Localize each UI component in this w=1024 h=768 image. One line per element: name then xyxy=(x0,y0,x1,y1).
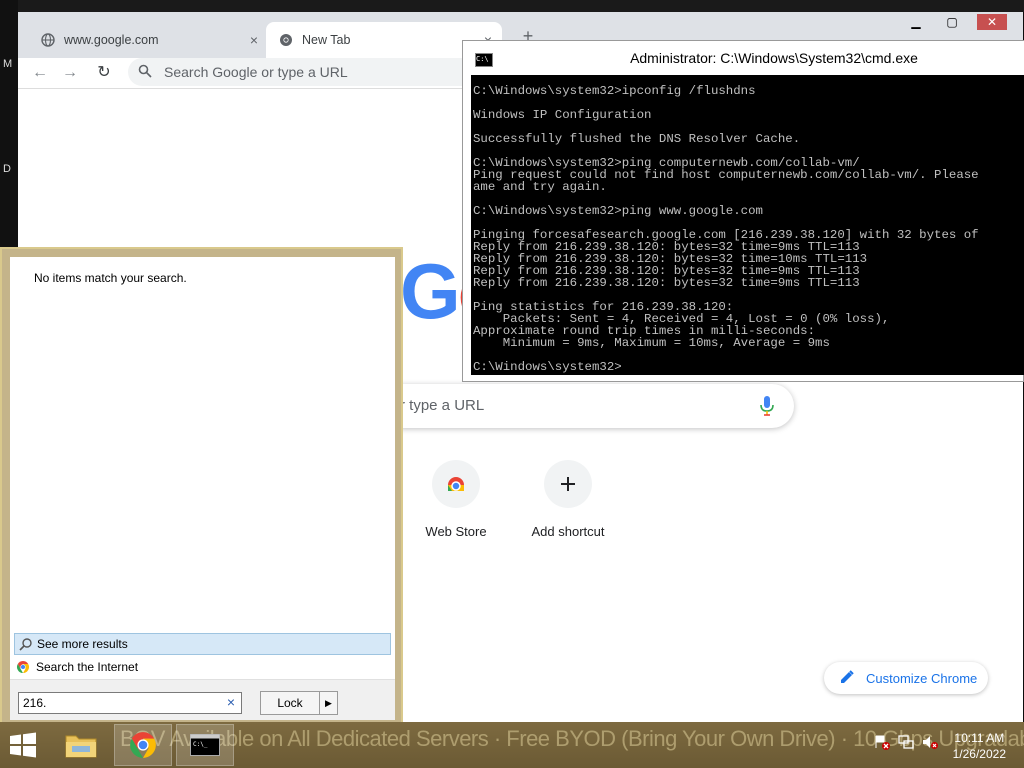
desktop-icon-label: D xyxy=(3,163,11,175)
cmd-window[interactable]: C:\ Administrator: C:\Windows\System32\c… xyxy=(462,40,1024,382)
cmd-title: Administrator: C:\Windows\System32\cmd.e… xyxy=(630,50,918,66)
search-icon xyxy=(19,637,33,651)
shortcut-label: Add shortcut xyxy=(531,524,605,539)
tab-close-icon[interactable]: × xyxy=(246,32,262,48)
start-search-input[interactable] xyxy=(18,692,242,714)
volume-muted-icon[interactable] xyxy=(922,734,938,750)
start-search-results: No items match your search. See more res… xyxy=(10,257,395,720)
network-icon[interactable] xyxy=(898,734,914,750)
shortcut-label: Web Store xyxy=(425,524,487,539)
clock-time: 10:11 AM xyxy=(954,731,1005,745)
plus-icon xyxy=(544,460,592,508)
taskbar-cmd[interactable]: C:\_ xyxy=(176,724,234,766)
cmd-console[interactable]: C:\Windows\system32>ipconfig /flushdns W… xyxy=(471,75,1024,375)
reload-button[interactable]: ↻ xyxy=(92,62,116,84)
cmd-titlebar[interactable]: C:\ Administrator: C:\Windows\System32\c… xyxy=(463,41,1024,75)
tab-google[interactable]: www.google.com × xyxy=(28,22,268,58)
ntp-search-box[interactable]: r type a URL xyxy=(400,384,794,428)
cmd-line: C:\Windows\system32>ping www.google.com xyxy=(473,204,763,218)
start-search-panel: No items match your search. See more res… xyxy=(0,247,403,727)
cmd-line: C:\Windows\system32>ipconfig /flushdns xyxy=(473,84,756,98)
microphone-icon[interactable] xyxy=(760,396,774,421)
close-button[interactable]: ✕ xyxy=(977,14,1007,30)
see-more-results[interactable]: See more results xyxy=(14,633,391,655)
desktop-icon-label: M xyxy=(3,58,13,70)
power-options-arrow[interactable]: ▶ xyxy=(320,691,338,715)
minimize-button[interactable]: ▁ xyxy=(905,14,927,30)
search-the-internet[interactable]: Search the Internet xyxy=(16,657,393,677)
customize-label: Customize Chrome xyxy=(866,670,978,686)
clear-search-icon[interactable]: × xyxy=(224,695,238,709)
search-icon xyxy=(138,64,154,80)
forward-button[interactable]: → xyxy=(58,62,82,84)
chrome-icon xyxy=(278,32,294,48)
search-internet-label: Search the Internet xyxy=(36,660,139,674)
taskbar: BGV Available on All Dedicated Servers ·… xyxy=(0,722,1024,768)
ntp-search-placeholder: r type a URL xyxy=(400,397,485,414)
action-center-icon[interactable] xyxy=(874,734,890,750)
cmd-output: C:\Windows\system32>ipconfig /flushdns W… xyxy=(473,85,1024,373)
back-button[interactable]: ← xyxy=(28,62,52,84)
clock-date: 1/26/2022 xyxy=(952,747,1006,761)
see-more-label: See more results xyxy=(37,637,128,651)
taskbar-clock[interactable]: 10:11 AM 1/26/2022 xyxy=(953,730,1006,762)
shortcut-web-store[interactable]: Web Store xyxy=(406,460,506,539)
lock-button[interactable]: Lock xyxy=(260,691,320,715)
taskbar-chrome[interactable] xyxy=(114,724,172,766)
cmd-line: Reply from 216.239.38.120: bytes=32 time… xyxy=(473,276,860,290)
start-button[interactable] xyxy=(8,732,40,760)
cmd-line: Windows IP Configuration xyxy=(473,108,652,122)
windows-logo-icon xyxy=(10,732,36,758)
omnibox-placeholder: Search Google or type a URL xyxy=(164,64,348,80)
cmd-line: Minimum = 9ms, Maximum = 10ms, Average =… xyxy=(473,336,830,350)
svg-text:C:\_: C:\_ xyxy=(193,741,208,748)
globe-icon xyxy=(40,32,56,48)
maximize-button[interactable]: ▢ xyxy=(941,14,963,30)
cmd-line: C:\Windows\system32> xyxy=(473,360,622,374)
webstore-icon xyxy=(432,460,480,508)
folder-icon xyxy=(65,735,97,758)
window-controls: ▁ ▢ ✕ xyxy=(905,14,1007,30)
customize-chrome-button[interactable]: Customize Chrome xyxy=(824,662,988,694)
desktop-top-strip xyxy=(0,0,1024,12)
cmd-line: ame and try again. xyxy=(473,180,607,194)
shortcut-add[interactable]: Add shortcut xyxy=(518,460,618,539)
taskbar-file-explorer[interactable] xyxy=(52,724,110,766)
chrome-icon xyxy=(130,732,156,758)
omnibox[interactable]: Search Google or type a URL xyxy=(128,58,488,86)
tab-title: New Tab xyxy=(302,33,351,47)
tab-title: www.google.com xyxy=(64,33,159,47)
chrome-icon xyxy=(16,660,30,674)
no-results-message: No items match your search. xyxy=(34,271,187,285)
start-search-bar: × Lock ▶ xyxy=(10,679,395,720)
cmd-icon: C:\_ xyxy=(190,734,220,756)
pencil-icon xyxy=(840,670,856,686)
cmd-line: Successfully flushed the DNS Resolver Ca… xyxy=(473,132,801,146)
